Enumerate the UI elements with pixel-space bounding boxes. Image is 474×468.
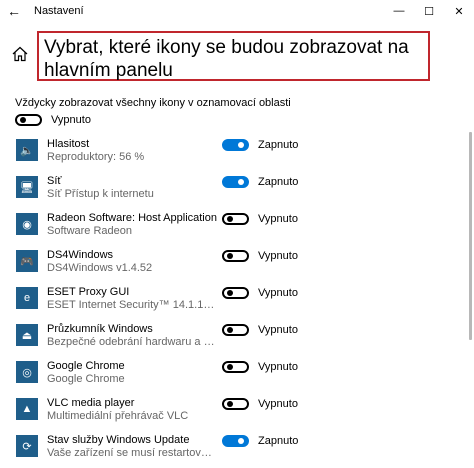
always-show-state: Vypnuto	[51, 114, 91, 126]
item-state: Zapnuto	[258, 435, 299, 447]
usb-icon: ⏏	[16, 324, 38, 346]
item-subtitle: Reproduktory: 56 %	[47, 151, 145, 163]
gamepad-icon: 🎮	[16, 250, 38, 272]
always-show-label: Vždycky zobrazovat všechny ikony v oznam…	[15, 97, 291, 109]
item-state: Vypnuto	[258, 361, 298, 373]
item-name: Radeon Software: Host Application	[47, 212, 217, 224]
toggle-knob	[227, 216, 233, 222]
window-controls: — ☐ ✕	[384, 0, 474, 22]
scrollbar[interactable]	[469, 132, 472, 340]
toggle-knob	[238, 438, 244, 444]
list-item: ⏏ Průzkumník Windows Bezpečné odebrání har…	[0, 320, 474, 357]
item-toggle-row: Vypnuto	[222, 250, 298, 262]
item-toggle[interactable]	[222, 139, 249, 151]
item-name: Síť	[47, 175, 62, 187]
item-toggle[interactable]	[222, 287, 249, 299]
page-title: Vybrat, které ikony se budou zobrazovat …	[37, 31, 430, 81]
item-subtitle: Google Chrome	[47, 373, 125, 385]
item-name: DS4Windows	[47, 249, 114, 261]
item-toggle-row: Vypnuto	[222, 398, 298, 410]
network-icon: 🖥	[16, 176, 38, 198]
list-item: 🎮 DS4Windows DS4Windows v1.4.52 Vypnuto	[0, 246, 474, 283]
back-arrow-icon[interactable]: ←	[0, 3, 28, 19]
item-subtitle: Software Radeon	[47, 225, 132, 237]
item-toggle[interactable]	[222, 324, 249, 336]
list-item: ◎ Google Chrome Google Chrome Vypnuto	[0, 357, 474, 394]
toggle-knob	[238, 179, 244, 185]
item-subtitle: Multimediální přehrávač VLC	[47, 410, 189, 422]
item-name: Stav služby Windows Update	[47, 434, 190, 446]
maximize-button[interactable]: ☐	[414, 0, 444, 22]
toggle-knob	[227, 364, 233, 370]
toggle-knob	[238, 142, 244, 148]
taskbar-icon-list: 🔈 Hlasitost Reproduktory: 56 % Zapnuto 🖥 Síť S…	[0, 135, 474, 468]
toggle-knob	[227, 327, 233, 333]
item-state: Zapnuto	[258, 139, 299, 151]
close-button[interactable]: ✕	[444, 0, 474, 22]
windows-update-icon: ⟳	[16, 435, 38, 457]
list-item: ⟳ Stav služby Windows Update Vaše zařízení…	[0, 431, 474, 468]
item-toggle[interactable]	[222, 176, 249, 188]
item-name: VLC media player	[47, 397, 135, 409]
item-state: Vypnuto	[258, 287, 298, 299]
item-subtitle: Bezpečné odebrání hardwaru a vysunout…	[47, 336, 217, 348]
list-item: ▲ VLC media player Multimediální přehrávač…	[0, 394, 474, 431]
item-name: Hlasitost	[47, 138, 90, 150]
item-toggle[interactable]	[222, 213, 249, 225]
minimize-button[interactable]: —	[384, 0, 414, 22]
radeon-icon: ◉	[16, 213, 38, 235]
item-toggle-row: Zapnuto	[222, 176, 298, 188]
list-item: 🖥 Síť Síť Přístup k internetu Zapnuto	[0, 172, 474, 209]
item-toggle-row: Vypnuto	[222, 213, 298, 225]
item-toggle-row: Vypnuto	[222, 361, 298, 373]
item-subtitle: Síť Přístup k internetu	[47, 188, 154, 200]
item-toggle-row: Vypnuto	[222, 287, 298, 299]
item-toggle[interactable]	[222, 361, 249, 373]
item-subtitle: ESET Internet Security™ 14.1.19.0	[47, 299, 217, 311]
item-state: Vypnuto	[258, 213, 298, 225]
title-bar: ← Nastavení — ☐ ✕	[0, 0, 474, 22]
item-state: Vypnuto	[258, 324, 298, 336]
chrome-icon: ◎	[16, 361, 38, 383]
toggle-knob	[227, 401, 233, 407]
item-state: Vypnuto	[258, 250, 298, 262]
list-item: ◉ Radeon Software: Host Application Softwa…	[0, 209, 474, 246]
always-show-toggle[interactable]	[15, 114, 42, 126]
toggle-knob	[227, 253, 233, 259]
home-icon[interactable]	[12, 46, 28, 62]
item-state: Zapnuto	[258, 176, 299, 188]
list-item: 🔈 Hlasitost Reproduktory: 56 % Zapnuto	[0, 135, 474, 172]
item-toggle[interactable]	[222, 398, 249, 410]
item-toggle-row: Vypnuto	[222, 324, 298, 336]
item-subtitle: DS4Windows v1.4.52	[47, 262, 153, 274]
item-name: Průzkumník Windows	[47, 323, 153, 335]
item-subtitle: Vaše zařízení se musí restartovat, aby s…	[47, 447, 217, 459]
item-toggle-row: Zapnuto	[222, 435, 298, 447]
item-toggle[interactable]	[222, 435, 249, 447]
toggle-knob	[227, 290, 233, 296]
item-state: Vypnuto	[258, 398, 298, 410]
eset-icon: e	[16, 287, 38, 309]
list-item: e ESET Proxy GUI ESET Internet Security™ 1…	[0, 283, 474, 320]
item-name: ESET Proxy GUI	[47, 286, 130, 298]
vlc-icon: ▲	[16, 398, 38, 420]
item-toggle-row: Zapnuto	[222, 139, 298, 151]
always-show-toggle-row: Vypnuto	[15, 114, 91, 126]
speaker-icon: 🔈	[16, 139, 38, 161]
toggle-knob	[20, 117, 26, 123]
item-toggle[interactable]	[222, 250, 249, 262]
window-title: Nastavení	[34, 5, 84, 17]
item-name: Google Chrome	[47, 360, 125, 372]
